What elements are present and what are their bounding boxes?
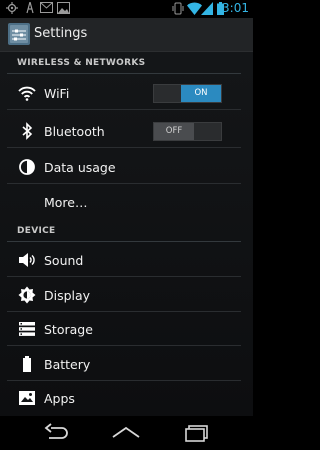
settings-item-label: More… (44, 195, 88, 210)
action-bar: Settings (0, 18, 253, 52)
status-bar: 3:01 (0, 0, 253, 18)
settings-item-label: Storage (44, 322, 93, 337)
gmail-icon (40, 2, 53, 13)
status-clock: 3:01 (222, 1, 249, 15)
battery-icon (23, 356, 31, 372)
settings-app-icon[interactable] (8, 23, 30, 45)
recent-apps-icon[interactable] (183, 423, 211, 443)
settings-item-battery[interactable]: Battery (0, 347, 253, 381)
wifi-icon (18, 86, 36, 101)
wifi-signal-icon (187, 2, 202, 15)
back-icon[interactable] (42, 423, 70, 443)
wifi-toggle[interactable]: ON (153, 84, 222, 103)
divider (7, 147, 241, 148)
toggle-state-label: ON (181, 85, 221, 102)
settings-item-apps[interactable]: Apps (0, 381, 253, 415)
cell-signal-icon (201, 2, 213, 15)
storage-icon (19, 322, 35, 336)
divider (7, 276, 241, 277)
settings-item-wifi[interactable]: WiFi ON (0, 76, 253, 110)
usb-icon (26, 2, 34, 14)
bluetooth-icon (22, 122, 33, 140)
section-title: WIRELESS & NETWORKS (17, 58, 146, 68)
settings-list[interactable]: WIRELESS & NETWORKS WiFi ON Bluetooth OF… (0, 52, 253, 416)
home-icon[interactable] (112, 423, 140, 443)
settings-item-label: Apps (44, 391, 75, 406)
settings-item-more[interactable]: More… (0, 185, 253, 219)
settings-item-bluetooth[interactable]: Bluetooth OFF (0, 114, 253, 148)
divider (7, 109, 241, 110)
data-usage-icon (19, 159, 35, 175)
gps-icon (6, 2, 18, 14)
navigation-bar (0, 416, 253, 450)
image-icon (57, 2, 70, 14)
section-divider (7, 241, 241, 242)
section-title: DEVICE (17, 226, 56, 236)
page-title: Settings (34, 26, 88, 41)
section-divider (7, 73, 241, 74)
bluetooth-toggle[interactable]: OFF (153, 122, 222, 141)
toggle-state-label: OFF (154, 123, 194, 140)
settings-item-display[interactable]: Display (0, 278, 253, 312)
settings-item-label: WiFi (44, 86, 70, 101)
vibrate-icon (172, 2, 184, 15)
divider (7, 183, 241, 184)
settings-item-data-usage[interactable]: Data usage (0, 150, 253, 184)
settings-item-label: Bluetooth (44, 124, 105, 139)
section-header-device: DEVICE (7, 220, 241, 242)
settings-item-label: Sound (44, 253, 84, 268)
speaker-icon (19, 253, 35, 267)
settings-item-label: Battery (44, 357, 91, 372)
section-header-wireless: WIRELESS & NETWORKS (7, 52, 241, 74)
settings-item-storage[interactable]: Storage (0, 312, 253, 346)
divider (7, 345, 241, 346)
settings-item-sound[interactable]: Sound (0, 243, 253, 277)
settings-item-label: Data usage (44, 160, 116, 175)
apps-icon (19, 391, 35, 405)
settings-item-label: Display (44, 288, 91, 303)
brightness-icon (18, 286, 36, 304)
